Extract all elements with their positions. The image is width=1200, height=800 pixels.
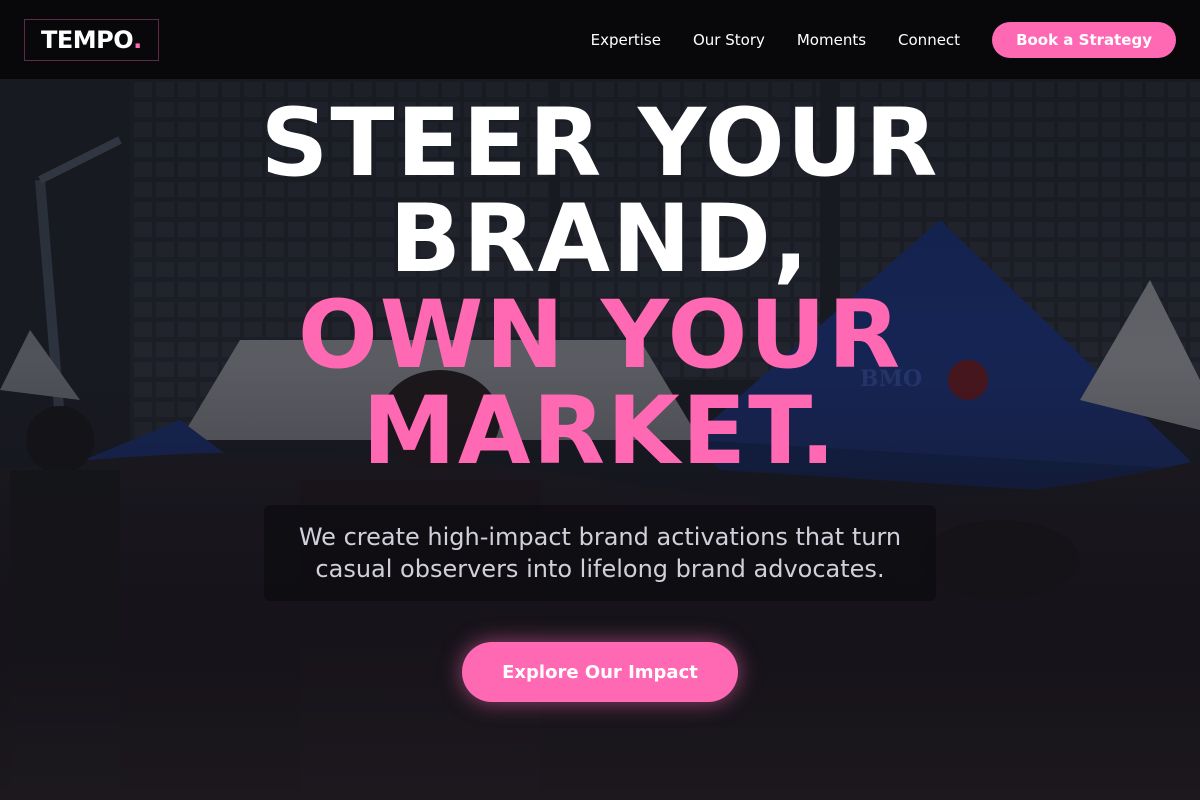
headline-line-1: STEER YOUR (260, 89, 940, 198)
brand-dot: . (133, 25, 142, 54)
brand-name: TEMPO (41, 25, 134, 54)
hero-headline: STEER YOUR BRAND, OWN YOUR MARKET. (0, 96, 1200, 480)
nav-link-expertise[interactable]: Expertise (591, 31, 661, 49)
brand-logo[interactable]: TEMPO. (24, 18, 159, 61)
nav-link-moments[interactable]: Moments (797, 31, 866, 49)
hero-section: STEER YOUR BRAND, OWN YOUR MARKET. We cr… (0, 80, 1200, 800)
navbar: TEMPO. Expertise Our Story Moments Conne… (0, 0, 1200, 80)
nav-link-connect[interactable]: Connect (898, 31, 960, 49)
hero-subtext: We create high-impact brand activations … (298, 523, 902, 583)
headline-line-4: MARKET. (362, 377, 838, 486)
explore-impact-button[interactable]: Explore Our Impact (462, 642, 738, 702)
hero-subtext-panel: We create high-impact brand activations … (264, 505, 936, 601)
main-nav: Expertise Our Story Moments Connect Book… (591, 21, 1176, 58)
headline-line-2: BRAND, (389, 185, 811, 294)
landing-page: BMO TEMPO. Expertise Our Story Moments C… (0, 0, 1200, 800)
book-strategy-button[interactable]: Book a Strategy (992, 21, 1176, 58)
nav-link-our-story[interactable]: Our Story (693, 31, 765, 49)
headline-line-3: OWN YOUR (297, 281, 903, 390)
